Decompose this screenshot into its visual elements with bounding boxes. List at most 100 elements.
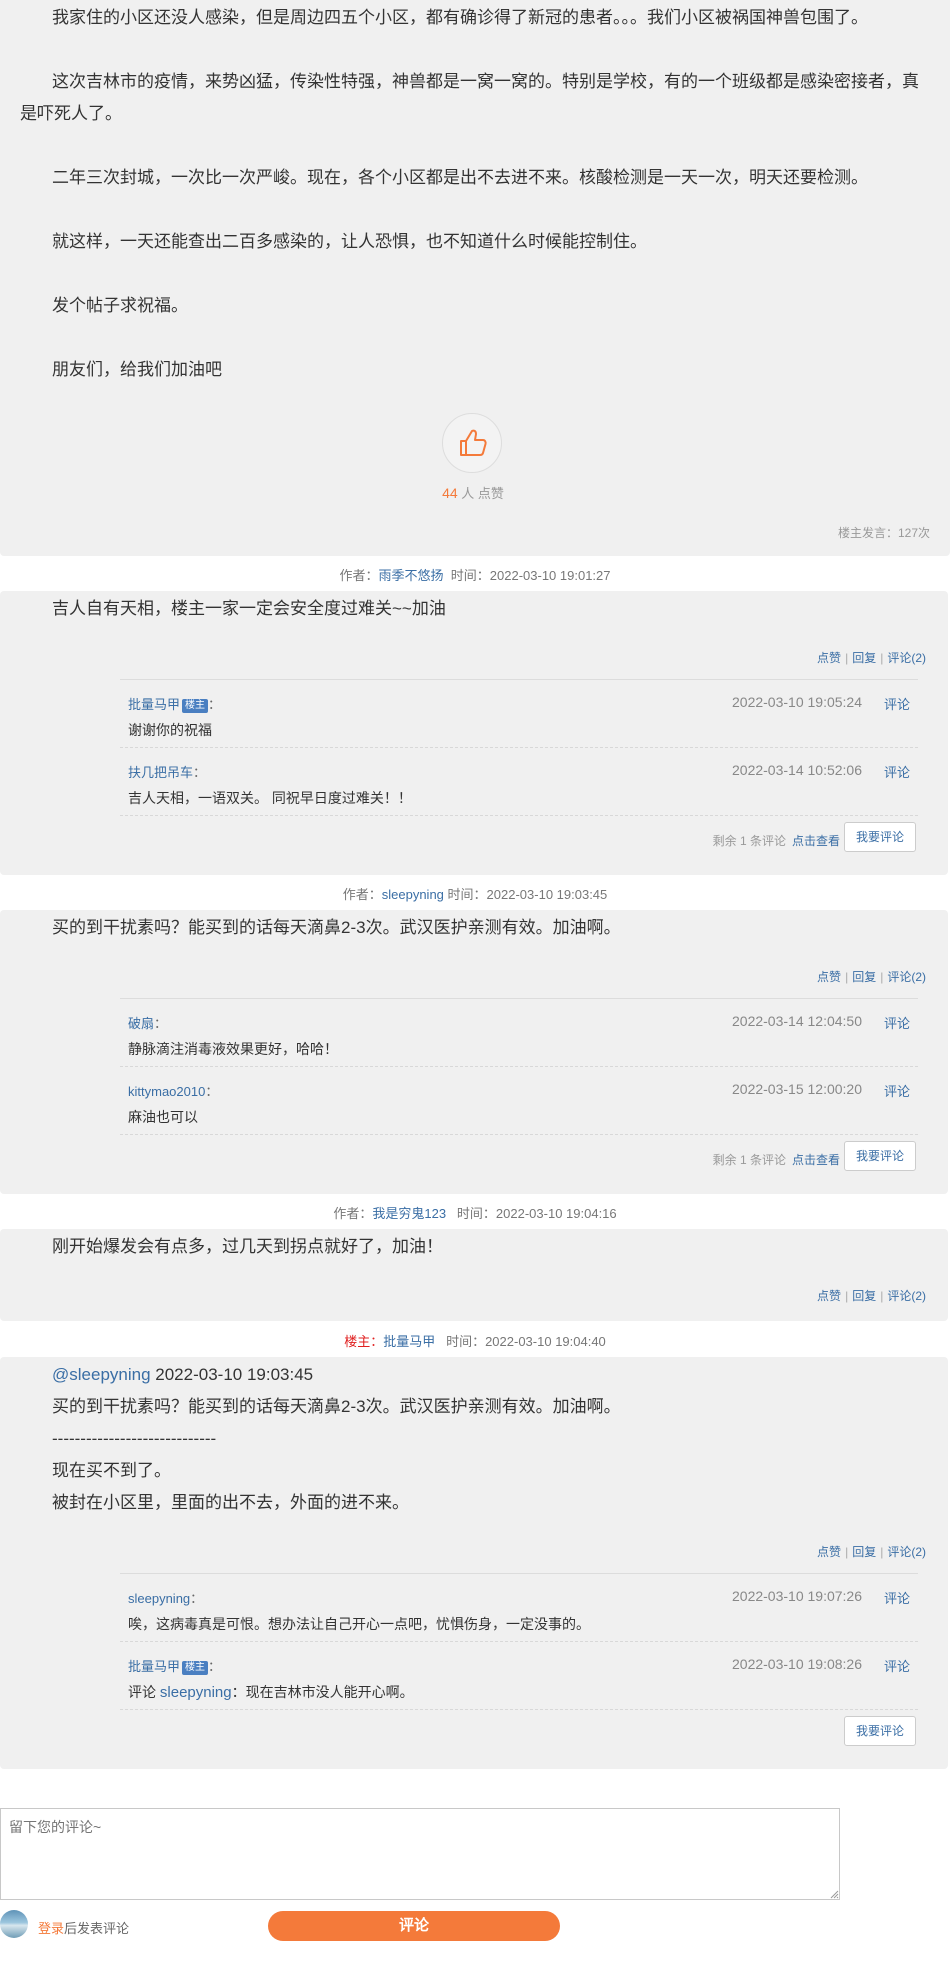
- post-paragraph: 我家住的小区还没人感染，但是周边四五个小区，都有确诊得了新冠的患者。。。我们小区…: [52, 8, 868, 27]
- comment-user[interactable]: kittymao2010：: [128, 1081, 218, 1100]
- comment-reply-link[interactable]: 评论: [884, 1013, 910, 1032]
- comment-list: 破扇： 2022-03-14 12:04:50 评论 静脉滴注消毒液效果更好，哈…: [120, 998, 918, 1181]
- time-label: 时间：: [447, 887, 487, 902]
- comment-text: 谢谢你的祝福: [128, 722, 212, 738]
- quoted-user-link[interactable]: sleepyning: [160, 1684, 232, 1701]
- comment-item: 批量马甲 楼主： 2022-03-10 19:08:26 评论 评论 sleepy…: [120, 1642, 918, 1710]
- time-label: 时间：: [456, 1206, 496, 1221]
- resize-grip-icon[interactable]: [829, 1889, 839, 1899]
- like-count-suffix: 人 点赞: [457, 486, 504, 501]
- remaining-comments: 剩余 1 条评论 点击查看: [713, 1151, 840, 1168]
- comments-link[interactable]: 评论(2): [887, 1289, 926, 1303]
- reply-text: 吉人自有天相，楼主一家一定会安全度过难关~~加油: [52, 599, 446, 618]
- like-link[interactable]: 点赞: [817, 1289, 841, 1303]
- view-more-link[interactable]: 点击查看: [792, 1153, 840, 1167]
- comment-list: sleepyning： 2022-03-10 19:07:26 评论 唉，这病毒…: [120, 1573, 918, 1756]
- submit-comment-button[interactable]: 评论: [268, 1911, 560, 1941]
- colon: ：: [154, 1016, 168, 1031]
- reply-meta: 楼主：批量马甲 时间：2022-03-10 19:04:40: [0, 1331, 950, 1350]
- reply-actions: 点赞 | 回复 | 评论(2): [817, 970, 926, 984]
- reply-link[interactable]: 回复: [852, 970, 876, 984]
- comment-time: 2022-03-10 19:07:26: [732, 1588, 862, 1604]
- comment-user-name[interactable]: 扶几把吊车: [128, 765, 193, 780]
- quote-divider: -----------------------------: [52, 1429, 217, 1448]
- reply-block: 刚开始爆发会有点多，过几天到拐点就好了，加油！ 点赞 | 回复 | 评论(2): [0, 1229, 948, 1321]
- reply-actions: 点赞 | 回复 | 评论(2): [817, 1545, 926, 1559]
- remaining-comments: 剩余 1 条评论 点击查看: [713, 832, 840, 849]
- post-paragraph: 二年三次封城，一次比一次严峻。现在，各个小区都是出不去进不来。核酸检测是一天一次…: [52, 168, 868, 187]
- post-paragraph: 就这样，一天还能查出二百多感染的，让人恐惧，也不知道什么时候能控制住。: [52, 232, 647, 251]
- remaining-count: 剩余 1 条评论: [712, 834, 786, 848]
- like-count: 44 人 点赞: [0, 483, 946, 502]
- comment-text: 评论 sleepyning：现在吉林市没人能开心啊。: [128, 1682, 414, 1702]
- author-link[interactable]: 批量马甲: [383, 1334, 435, 1349]
- like-link[interactable]: 点赞: [817, 970, 841, 984]
- comment-item: 破扇： 2022-03-14 12:04:50 评论 静脉滴注消毒液效果更好，哈…: [120, 999, 918, 1067]
- like-button[interactable]: [442, 413, 502, 473]
- comment-footer: 我要评论: [120, 1710, 918, 1756]
- quoted-user-link[interactable]: @sleepyning: [52, 1365, 151, 1384]
- comment-user-name[interactable]: 批量马甲: [128, 1659, 180, 1674]
- comment-item: 批量马甲 楼主： 2022-03-10 19:05:24 评论 谢谢你的祝福: [120, 680, 918, 748]
- reply-text: 现在买不到了。: [52, 1461, 171, 1480]
- reply-meta: 作者：sleepyning 时间：2022-03-10 19:03:45: [0, 884, 950, 903]
- time-label: 时间：: [450, 568, 490, 583]
- comment-footer: 剩余 1 条评论 点击查看 我要评论: [120, 816, 918, 862]
- author-label: 作者：: [333, 1206, 373, 1221]
- author-label: 作者：: [342, 887, 382, 902]
- comment-prefix: 评论: [128, 1684, 160, 1700]
- comment-user-name[interactable]: sleepyning: [128, 1591, 190, 1606]
- write-comment-button[interactable]: 我要评论: [844, 1716, 916, 1746]
- comment-user-name[interactable]: kittymao2010: [128, 1084, 205, 1099]
- comments-link[interactable]: 评论(2): [887, 1545, 926, 1559]
- comment-reply-link[interactable]: 评论: [884, 1656, 910, 1675]
- comment-user[interactable]: 扶几把吊车：: [128, 762, 206, 781]
- reply-meta: 作者：我是穷鬼123 时间：2022-03-10 19:04:16: [0, 1203, 950, 1222]
- view-more-link[interactable]: 点击查看: [792, 834, 840, 848]
- host-badge: 楼主: [182, 1661, 209, 1675]
- like-link[interactable]: 点赞: [817, 651, 841, 665]
- comment-user[interactable]: sleepyning：: [128, 1588, 203, 1607]
- comment-user[interactable]: 批量马甲 楼主：: [128, 694, 221, 713]
- author-link[interactable]: sleepyning: [382, 887, 444, 902]
- reply-link[interactable]: 回复: [852, 651, 876, 665]
- quoted-text: 买的到干扰素吗？能买到的话每天滴鼻2-3次。武汉医护亲测有效。加油啊。: [52, 1397, 621, 1416]
- comment-reply-link[interactable]: 评论: [884, 1588, 910, 1607]
- reply-link[interactable]: 回复: [852, 1289, 876, 1303]
- login-link[interactable]: 登录: [38, 1921, 64, 1936]
- comment-text: 唉，这病毒真是可恨。想办法让自己开心一点吧，忧惧伤身，一定没事的。: [128, 1616, 590, 1632]
- comment-time: 2022-03-14 12:04:50: [732, 1013, 862, 1029]
- quote-header: @sleepyning 2022-03-10 19:03:45: [52, 1359, 928, 1391]
- remaining-count: 剩余 1 条评论: [712, 1153, 786, 1167]
- comment-user[interactable]: 破扇：: [128, 1013, 167, 1032]
- host-label: 楼主：: [344, 1334, 384, 1349]
- write-comment-button[interactable]: 我要评论: [844, 1141, 916, 1171]
- reply-block: 吉人自有天相，楼主一家一定会安全度过难关~~加油 点赞 | 回复 | 评论(2) 批量马…: [0, 591, 948, 875]
- comment-user[interactable]: 批量马甲 楼主：: [128, 1656, 221, 1675]
- reply-block: @sleepyning 2022-03-10 19:03:45 买的到干扰素吗？…: [0, 1357, 948, 1769]
- comments-link[interactable]: 评论(2): [887, 651, 926, 665]
- author-link[interactable]: 雨季不悠扬: [379, 568, 444, 583]
- comments-link[interactable]: 评论(2): [887, 970, 926, 984]
- comment-list: 批量马甲 楼主： 2022-03-10 19:05:24 评论 谢谢你的祝福 扶几…: [120, 679, 918, 862]
- avatar: [0, 1910, 28, 1938]
- reply-link[interactable]: 回复: [852, 1545, 876, 1559]
- colon: ：: [208, 1659, 222, 1674]
- time-label: 时间：: [446, 1334, 486, 1349]
- author-link[interactable]: 我是穷鬼123: [372, 1206, 446, 1221]
- author-label: 作者：: [339, 568, 379, 583]
- login-suffix: 后发表评论: [64, 1921, 130, 1936]
- reply-meta: 作者：雨季不悠扬 时间：2022-03-10 19:01:27: [0, 565, 950, 584]
- comment-body: ：现在吉林市没人能开心啊。: [231, 1684, 414, 1700]
- reply-actions: 点赞 | 回复 | 评论(2): [817, 651, 926, 665]
- comment-user-name[interactable]: 破扇: [128, 1016, 154, 1031]
- comment-text: 麻油也可以: [128, 1109, 198, 1125]
- like-link[interactable]: 点赞: [817, 1545, 841, 1559]
- comment-textarea[interactable]: [0, 1808, 840, 1900]
- comment-user-name[interactable]: 批量马甲: [128, 697, 180, 712]
- comment-reply-link[interactable]: 评论: [884, 762, 910, 781]
- comment-time: 2022-03-15 12:00:20: [732, 1081, 862, 1097]
- comment-reply-link[interactable]: 评论: [884, 694, 910, 713]
- write-comment-button[interactable]: 我要评论: [844, 822, 916, 852]
- comment-reply-link[interactable]: 评论: [884, 1081, 910, 1100]
